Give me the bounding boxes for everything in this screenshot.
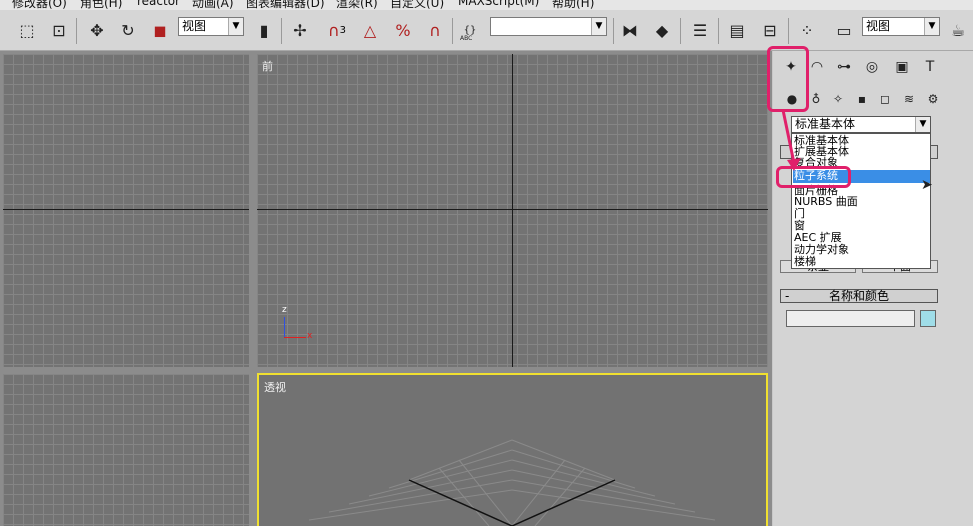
menu-customize[interactable]: 自定义(U) [390,0,444,10]
pivot-center-icon[interactable]: ▮ [252,18,276,42]
rotate-icon[interactable]: ↻ [116,18,140,42]
snap-toggle-icon[interactable]: ∩ 3 [325,18,349,42]
chevron-down-icon: ▼ [924,18,939,35]
chevron-down-icon: ▼ [915,117,930,132]
viewport-label-front: 前 [262,60,273,73]
menu-maxscript[interactable]: MAXScript(M) [458,0,539,8]
menu-rendering[interactable]: 渲染(R) [336,0,378,10]
toolbar-separator [788,18,789,44]
top-viewport[interactable] [3,54,249,367]
mouse-cursor-icon: ➤ [921,177,933,193]
mirror-icon[interactable]: ⧓ [618,18,642,42]
toolbar-separator [680,18,681,44]
axis-z-label: z [282,305,287,315]
perspective-grid [308,439,716,526]
toolbar-separator [76,18,77,44]
helpers-icon[interactable]: ◻ [875,89,895,109]
axis-tripod-icon: z x [279,305,319,344]
menu-character[interactable]: 角色(H) [80,0,122,10]
tutorial-arrow-icon [781,109,801,171]
snap-dimension-label: 3 [339,24,347,36]
name-color-rollout-title: 名称和颜色 [828,289,889,303]
list-item[interactable]: NURBS 曲面 [793,196,930,208]
utilities-tab-icon[interactable]: T [919,56,941,78]
toolbar-separator [281,18,282,44]
grid-axis-vertical [512,54,513,367]
toolbar-separator [718,18,719,44]
space-warps-icon[interactable]: ≋ [899,89,919,109]
menu-reactor[interactable]: reactor [137,0,180,8]
cameras-icon[interactable]: ▪ [852,89,872,109]
named-selection-icon[interactable]: {} ABC [458,18,482,43]
display-tab-icon[interactable]: ▣ [891,56,913,78]
collapse-icon: - [785,289,790,303]
curve-editor-icon[interactable]: ▤ [725,18,749,42]
menu-modifiers[interactable]: 修改器(O) [12,0,67,10]
create-geometry-highlight [767,46,809,112]
front-viewport[interactable]: 前 z x [257,54,768,367]
select-region-icon[interactable]: ⬚ [15,18,39,42]
modify-tab-icon[interactable]: ◠ [806,56,828,78]
schematic-view-icon[interactable]: ⊟ [758,18,782,42]
object-color-swatch[interactable] [920,310,936,327]
move-icon[interactable]: ✥ [85,18,109,42]
perspective-viewport[interactable]: 透视 [257,373,768,526]
axis-x-label: x [307,331,313,341]
main-toolbar: ⬚ ⊡ ✥ ↻ ◼ 视图 ▼ ▮ ✢ ∩ 3 △ % ∩ {} ABC ▼ ⧓ ◆ … [0,10,973,51]
grid-axis-horizontal [3,209,249,210]
menu-bar: 修改器(O) 角色(H) reactor 动画(A) 图表编辑器(D) 渲染(R… [0,0,973,10]
menu-animation[interactable]: 动画(A) [192,0,234,10]
align-icon[interactable]: ◆ [650,18,674,42]
material-editor-icon[interactable]: ⁘ [795,18,819,42]
systems-icon[interactable]: ⚙ [923,89,943,109]
motion-tab-icon[interactable]: ◎ [861,56,883,78]
spinner-snap-icon[interactable]: ∩ [423,18,447,42]
hierarchy-tab-icon[interactable]: ⊶ [833,56,855,78]
object-name-input[interactable] [786,310,915,327]
quick-render-icon[interactable]: ☕ [946,18,970,42]
list-item[interactable]: 楼梯 [793,256,930,268]
menu-graph-editors[interactable]: 图表编辑器(D) [246,0,325,10]
toolbar-separator [452,18,453,44]
named-selection-combo[interactable]: ▼ [490,17,607,36]
render-scene-icon[interactable]: ▭ [832,18,856,42]
percent-snap-icon[interactable]: % [391,18,415,42]
reference-coordinate-value: 视图 [182,19,207,33]
reference-coordinate-combo[interactable]: 视图 ▼ [178,17,244,36]
select-by-name-icon[interactable]: ⊡ [47,18,71,42]
select-manipulate-icon[interactable]: ✢ [288,18,312,42]
left-viewport[interactable] [3,374,249,526]
list-item[interactable]: 门 [793,208,930,220]
render-type-combo[interactable]: 视图 ▼ [862,17,940,36]
chevron-down-icon: ▼ [591,18,606,35]
angle-snap-icon[interactable]: △ [358,18,382,42]
lights-icon[interactable]: ✧ [828,89,848,109]
scale-icon[interactable]: ◼ [148,18,172,42]
name-color-rollout[interactable]: - 名称和颜色 [780,289,938,303]
menu-help[interactable]: 帮助(H) [552,0,594,10]
chevron-down-icon: ▼ [228,18,243,35]
layer-manager-icon[interactable]: ☰ [688,18,712,42]
toolbar-separator [613,18,614,44]
render-type-value: 视图 [866,19,891,33]
named-selection-label: ABC [460,35,473,42]
